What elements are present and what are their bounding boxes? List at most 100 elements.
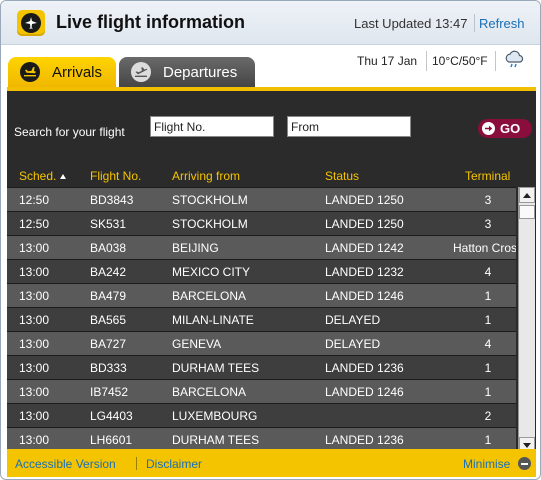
cell-flight: BA565	[90, 313, 127, 327]
flight-number-input[interactable]	[150, 116, 274, 137]
cell-flight: BA479	[90, 289, 127, 303]
from-input[interactable]	[287, 116, 411, 137]
last-updated-text: Last Updated 13:47	[354, 16, 468, 31]
cell-sched: 13:00	[19, 385, 50, 399]
info-divider	[426, 51, 427, 71]
cell-from: STOCKHOLM	[172, 217, 248, 231]
cell-sched: 13:00	[19, 313, 50, 327]
cloud-rain-icon	[504, 50, 526, 70]
column-header-sched[interactable]: Sched.	[19, 169, 67, 183]
cell-from: DURHAM TEES	[172, 361, 260, 375]
page-title: Live flight information	[56, 12, 245, 32]
go-label: GO	[500, 121, 521, 136]
flights-table: 12:50 BD3843 STOCKHOLM LANDED 1250 3 12:…	[7, 187, 516, 453]
cell-sched: 13:00	[19, 289, 50, 303]
departure-plane-icon	[131, 62, 151, 82]
cell-from: DURHAM TEES	[172, 433, 260, 447]
table-row: 13:00 BA038 BEIJING LANDED 1242 Hatton C…	[7, 235, 516, 259]
sort-ascending-icon	[60, 174, 67, 180]
scrollbar-thumb[interactable]	[519, 205, 535, 219]
header-divider	[474, 14, 475, 32]
widget-header: Live flight information Last Updated 13:…	[1, 1, 540, 45]
cell-from: STOCKHOLM	[172, 193, 248, 207]
scroll-up-button[interactable]	[519, 187, 535, 203]
cell-flight: LH6601	[90, 433, 133, 447]
column-header-status: Status	[325, 169, 360, 183]
widget-footer: Accessible Version Disclaimer Minimise	[7, 449, 536, 477]
cell-status: LANDED 1236	[325, 433, 404, 447]
cell-status: LANDED 1232	[325, 265, 404, 279]
table-scrollbar[interactable]	[518, 187, 535, 453]
chevron-up-icon	[523, 192, 531, 198]
cell-status: DELAYED	[325, 337, 381, 351]
tab-arrivals[interactable]: Arrivals	[8, 57, 116, 87]
cell-flight: LG4403	[90, 409, 133, 423]
info-divider	[495, 51, 496, 71]
cell-status: LANDED 1250	[325, 193, 404, 207]
table-row: 13:00 BD333 DURHAM TEES LANDED 1236 1	[7, 355, 516, 379]
cell-flight: SK531	[90, 217, 127, 231]
cell-terminal: 3	[484, 217, 492, 231]
table-row: 13:00 IB7452 BARCELONA LANDED 1246 1	[7, 379, 516, 403]
column-header-from: Arriving from	[172, 169, 241, 183]
table-row: 12:50 BD3843 STOCKHOLM LANDED 1250 3	[7, 187, 516, 211]
table-row: 12:50 SK531 STOCKHOLM LANDED 1250 3	[7, 211, 516, 235]
cell-from: BARCELONA	[172, 289, 247, 303]
cell-flight: BA242	[90, 265, 127, 279]
column-header-flight: Flight No.	[90, 169, 142, 183]
cell-terminal: 2	[484, 409, 492, 423]
cell-from: LUXEMBOURG	[172, 409, 258, 423]
tab-departures[interactable]: Departures	[119, 57, 255, 87]
search-label: Search for your flight	[14, 125, 125, 139]
airport-logo-icon	[17, 10, 45, 36]
table-row: 13:00 BA242 MEXICO CITY LANDED 1232 4	[7, 259, 516, 283]
cell-flight: BD3843	[90, 193, 134, 207]
go-button[interactable]: GO	[478, 119, 532, 138]
table-row: 13:00 BA727 GENEVA DELAYED 4	[7, 331, 516, 355]
cell-terminal: 1	[484, 361, 492, 375]
column-header-terminal: Terminal	[465, 169, 511, 183]
disclaimer-link[interactable]: Disclaimer	[146, 457, 202, 471]
cell-sched: 13:00	[19, 433, 50, 447]
cell-terminal: 1	[484, 433, 492, 447]
cell-from: BARCELONA	[172, 385, 247, 399]
footer-divider	[136, 457, 137, 470]
cell-status: DELAYED	[325, 313, 381, 327]
minimise-link[interactable]: Minimise	[463, 457, 510, 471]
table-row: 13:00 BA479 BARCELONA LANDED 1246 1	[7, 283, 516, 307]
cell-terminal: 1	[484, 385, 492, 399]
flight-info-widget: Live flight information Last Updated 13:…	[0, 0, 541, 480]
date-text: Thu 17 Jan	[357, 54, 418, 68]
cell-from: MILAN-LINATE	[172, 313, 254, 327]
table-row: 13:00 LH6601 DURHAM TEES LANDED 1236 1	[7, 427, 516, 451]
cell-sched: 13:00	[19, 409, 50, 423]
cell-flight: BA727	[90, 337, 127, 351]
cell-status: LANDED 1242	[325, 241, 404, 255]
chevron-down-icon	[523, 442, 531, 448]
cell-flight: BD333	[90, 361, 127, 375]
cell-from: GENEVA	[172, 337, 222, 351]
table-row: 13:00 BA565 MILAN-LINATE DELAYED 1	[7, 307, 516, 331]
refresh-link[interactable]: Refresh	[479, 16, 525, 31]
cell-sched: 13:00	[19, 241, 50, 255]
cell-sched: 13:00	[19, 265, 50, 279]
cell-status: LANDED 1246	[325, 385, 404, 399]
arrow-right-icon	[482, 122, 495, 135]
tab-departures-label: Departures	[163, 63, 238, 81]
cell-sched: 12:50	[19, 217, 50, 231]
cell-terminal: 1	[484, 289, 492, 303]
temperature-text: 10°C/50°F	[432, 54, 488, 68]
cell-flight: IB7452	[90, 385, 129, 399]
tab-arrivals-label: Arrivals	[52, 63, 103, 81]
cell-terminal: Hatton Cross	[452, 241, 516, 255]
table-row: 13:00 LG4403 LUXEMBOURG 2	[7, 403, 516, 427]
accessible-version-link[interactable]: Accessible Version	[15, 457, 116, 471]
cell-sched: 13:00	[19, 361, 50, 375]
cell-status: LANDED 1236	[325, 361, 404, 375]
arrival-plane-icon	[20, 62, 40, 82]
cell-status: LANDED 1250	[325, 217, 404, 231]
cell-terminal: 3	[484, 193, 492, 207]
cell-sched: 12:50	[19, 193, 50, 207]
cell-status: LANDED 1246	[325, 289, 404, 303]
minimise-icon[interactable]	[518, 457, 531, 470]
